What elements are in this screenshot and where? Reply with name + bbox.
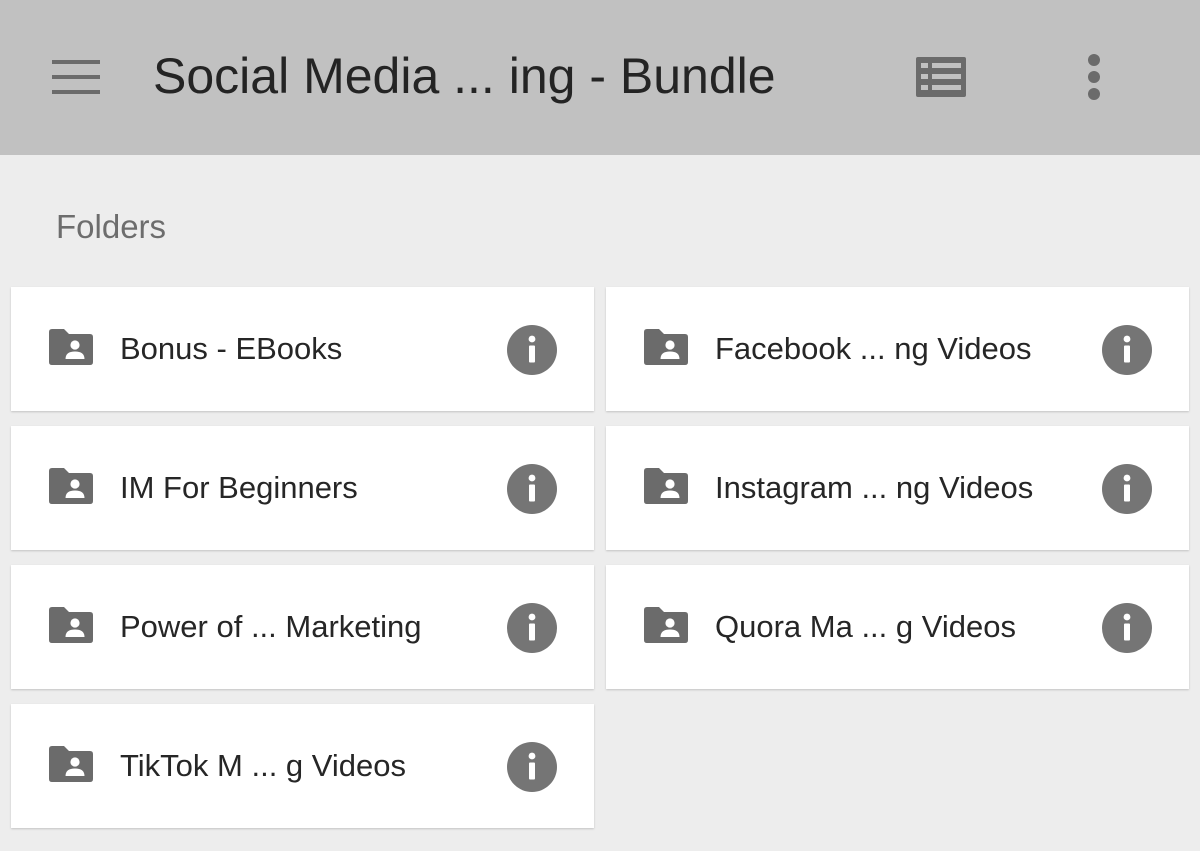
app-root: Social Media ... ing - Bundle Folders Bo… <box>0 0 1200 851</box>
folder-card-5[interactable]: Power of ... Marketing <box>11 565 594 689</box>
folder-grid: Bonus - EBooks Facebook ... ng Videos IM… <box>11 287 1189 828</box>
folder-name: IM For Beginners <box>120 470 358 505</box>
folder-name: Facebook ... ng Videos <box>715 331 1032 366</box>
info-icon <box>1102 603 1152 653</box>
info-button-6[interactable] <box>1102 603 1152 653</box>
info-button-3[interactable] <box>507 464 557 514</box>
shared-folder-icon <box>47 606 95 644</box>
more-vert-icon[interactable] <box>1074 50 1114 104</box>
info-icon <box>1102 325 1152 375</box>
folder-name: Quora Ma ... g Videos <box>715 609 1016 644</box>
section-label-folders: Folders <box>56 208 167 245</box>
folder-card-4[interactable]: Instagram ... ng Videos <box>606 426 1189 550</box>
folder-card-2[interactable]: Facebook ... ng Videos <box>606 287 1189 411</box>
folder-name: Bonus - EBooks <box>120 331 343 366</box>
folder-card-6[interactable]: Quora Ma ... g Videos <box>606 565 1189 689</box>
info-button-2[interactable] <box>1102 325 1152 375</box>
shared-folder-icon <box>642 328 690 366</box>
folder-name: Instagram ... ng Videos <box>715 470 1034 505</box>
shared-folder-icon <box>47 328 95 366</box>
hamburger-menu-icon[interactable] <box>48 55 104 99</box>
folder-name: Power of ... Marketing <box>120 609 422 644</box>
folder-name: TikTok M ... g Videos <box>120 748 406 783</box>
info-icon <box>507 325 557 375</box>
info-button-1[interactable] <box>507 325 557 375</box>
top-app-bar: Social Media ... ing - Bundle <box>0 0 1200 155</box>
info-button-7[interactable] <box>507 742 557 792</box>
page-title: Social Media ... ing - Bundle <box>153 48 776 104</box>
list-view-icon[interactable] <box>912 53 970 101</box>
folder-card-3[interactable]: IM For Beginners <box>11 426 594 550</box>
shared-folder-icon <box>47 467 95 505</box>
info-button-4[interactable] <box>1102 464 1152 514</box>
folder-card-1[interactable]: Bonus - EBooks <box>11 287 594 411</box>
shared-folder-icon <box>642 606 690 644</box>
shared-folder-icon <box>642 467 690 505</box>
folder-card-7[interactable]: TikTok M ... g Videos <box>11 704 594 828</box>
info-icon <box>507 603 557 653</box>
info-button-5[interactable] <box>507 603 557 653</box>
info-icon <box>507 742 557 792</box>
info-icon <box>1102 464 1152 514</box>
shared-folder-icon <box>47 745 95 783</box>
info-icon <box>507 464 557 514</box>
